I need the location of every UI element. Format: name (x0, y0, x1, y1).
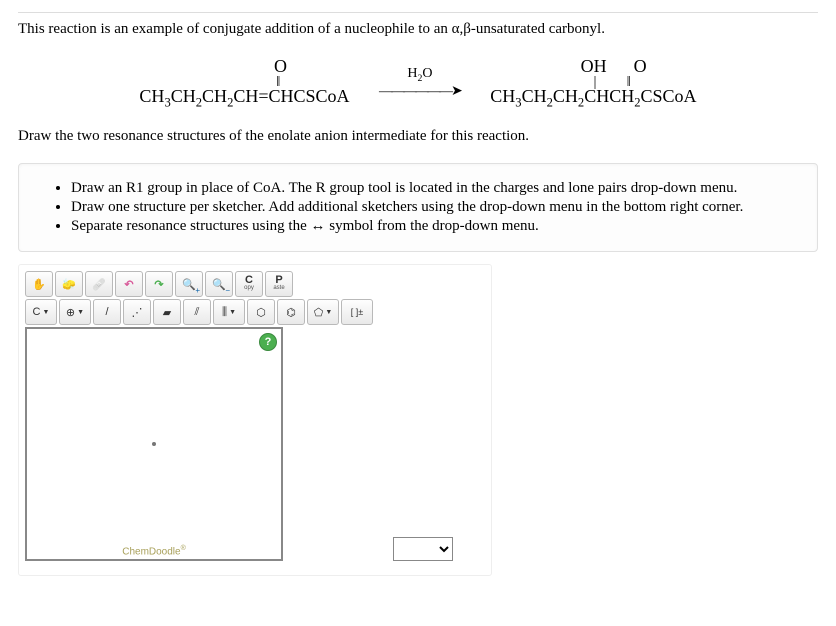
sketcher-canvas[interactable]: ? ChemDoodle® (25, 327, 283, 561)
erase-button[interactable]: 🩹 (85, 271, 113, 297)
benzene-icon: ⌬ (286, 306, 296, 319)
triple-bond-icon: ⫼ (222, 306, 227, 319)
problem-prompt: Draw the two resonance structures of the… (18, 128, 818, 145)
chevron-down-icon: ▼ (77, 309, 84, 316)
add-sketcher-select[interactable] (393, 537, 453, 561)
wedge-icon: ▰ (163, 306, 171, 319)
atom-picker-button[interactable]: C▼ (25, 299, 57, 325)
erase-icon: 🩹 (92, 278, 106, 291)
double-bond-button[interactable]: ⫽ (183, 299, 211, 325)
clear-button[interactable]: 🧽 (55, 271, 83, 297)
instruction-item: Draw an R1 group in place of CoA. The R … (71, 180, 803, 197)
redo-button[interactable]: ↷ (145, 271, 173, 297)
chevron-down-icon: ▼ (229, 309, 236, 316)
dotted-bond-icon: ⋰ (132, 306, 143, 319)
bracket-icon: [ ]± (351, 307, 363, 317)
zoom-in-icon: 🔍 (182, 278, 196, 291)
single-bond-button[interactable]: / (93, 299, 121, 325)
reaction-arrow: H2O ――――――➤ (379, 67, 461, 100)
toolbar-row-1: ✋ 🧽 🩹 ↶ ↷ 🔍+ 🔍− C opy P aste (25, 271, 485, 297)
zoom-out-icon: 🔍 (212, 278, 226, 291)
instruction-item: Draw one structure per sketcher. Add add… (71, 199, 803, 216)
chevron-down-icon: ▼ (325, 309, 332, 316)
undo-button[interactable]: ↶ (115, 271, 143, 297)
product: OH O | ‖ CH3CH2CH2CHCH2CSCoA (490, 56, 696, 110)
chemdoodle-watermark: ChemDoodle® (122, 545, 186, 557)
benzene-ring-button[interactable]: ⌬ (277, 299, 305, 325)
pentagon-icon: ⬠ (314, 306, 324, 319)
instructions-box: Draw an R1 group in place of CoA. The R … (18, 163, 818, 252)
zoom-out-button[interactable]: 🔍− (205, 271, 233, 297)
top-divider (18, 12, 818, 13)
clear-icon: 🧽 (62, 278, 76, 291)
wedge-bond-button[interactable]: ▰ (153, 299, 181, 325)
double-bond-icon: ⫽ (195, 306, 200, 319)
hexagon-icon: ⬡ (256, 306, 266, 319)
single-bond-icon: / (105, 306, 108, 318)
reactant: O ‖ CH3CH2CH2CH=CHCSCoA (139, 56, 349, 110)
undo-icon: ↶ (124, 278, 133, 291)
bond-menu-button[interactable]: ⫼▼ (213, 299, 245, 325)
ring-menu-button[interactable]: ⬠▼ (307, 299, 339, 325)
start-atom-dot[interactable] (152, 442, 156, 446)
help-button[interactable]: ? (259, 333, 277, 351)
copy-button[interactable]: C opy (235, 271, 263, 297)
hand-icon: ✋ (32, 278, 46, 291)
hand-tool-button[interactable]: ✋ (25, 271, 53, 297)
paste-button[interactable]: P aste (265, 271, 293, 297)
reaction-scheme: O ‖ CH3CH2CH2CH=CHCSCoA H2O ――――――➤ OH O… (18, 56, 818, 110)
charge-icon: ⊕ (66, 306, 75, 319)
problem-intro: This reaction is an example of conjugate… (18, 21, 818, 38)
instruction-item: Separate resonance structures using the … (71, 218, 803, 235)
dotted-bond-button[interactable]: ⋰ (123, 299, 151, 325)
zoom-in-button[interactable]: 🔍+ (175, 271, 203, 297)
hexagon-ring-button[interactable]: ⬡ (247, 299, 275, 325)
chevron-down-icon: ▼ (43, 309, 50, 316)
redo-icon: ↷ (154, 278, 163, 291)
sketcher-workspace: ✋ 🧽 🩹 ↶ ↷ 🔍+ 🔍− C opy P aste C▼ ⊕▼ / ⋰ ▰… (18, 264, 492, 576)
charge-menu-button[interactable]: ⊕▼ (59, 299, 91, 325)
bracket-button[interactable]: [ ]± (341, 299, 373, 325)
toolbar-row-2: C▼ ⊕▼ / ⋰ ▰ ⫽ ⫼▼ ⬡ ⌬ ⬠▼ [ ]± (25, 299, 485, 325)
